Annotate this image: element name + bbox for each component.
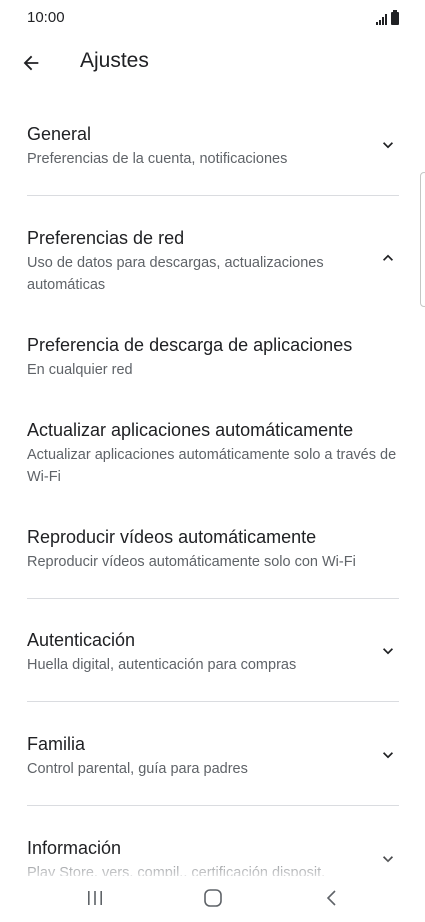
setting-download-preference[interactable]: Preferencia de descarga de aplicaciones … <box>27 333 399 381</box>
setting-auto-update-apps[interactable]: Actualizar aplicaciones automáticamente … <box>27 418 399 488</box>
arrow-left-icon <box>23 55 39 71</box>
setting-title: Actualizar aplicaciones automáticamente <box>27 420 354 440</box>
setting-title: Reproducir vídeos automáticamente <box>27 527 317 547</box>
chevron-down-icon[interactable] <box>376 743 400 767</box>
home-button[interactable] <box>193 884 233 912</box>
home-icon <box>204 889 222 907</box>
divider <box>27 598 399 599</box>
section-title: Autenticación <box>27 630 136 650</box>
back-chevron-icon <box>326 890 336 906</box>
page-title: Ajustes <box>80 49 149 72</box>
setting-title: Preferencia de descarga de aplicaciones <box>27 335 353 355</box>
chevron-up-icon[interactable] <box>376 246 400 270</box>
divider <box>27 805 399 806</box>
section-title: Familia <box>27 734 86 754</box>
system-back-button[interactable] <box>312 884 352 912</box>
settings-screen: 10:00 Ajustes General Preferencias de la… <box>0 0 425 922</box>
settings-section-network[interactable]: Preferencias de red Uso de datos para de… <box>27 226 399 296</box>
chevron-down-icon[interactable] <box>376 133 400 157</box>
section-subtitle: Uso de datos para descargas, actualizaci… <box>27 255 324 293</box>
settings-section-authentication[interactable]: Autenticación Huella digital, autenticac… <box>27 628 399 676</box>
setting-subtitle: En cualquier red <box>27 362 133 378</box>
chevron-down-icon[interactable] <box>376 847 400 871</box>
status-icons <box>376 10 399 25</box>
section-title: Información <box>27 838 122 858</box>
app-bar: Ajustes <box>0 38 425 86</box>
setting-subtitle: Reproducir vídeos automáticamente solo c… <box>27 554 356 570</box>
divider <box>27 195 399 196</box>
system-nav-bar <box>0 876 425 922</box>
settings-section-general[interactable]: General Preferencias de la cuenta, notif… <box>27 122 399 170</box>
scrollbar[interactable] <box>420 172 425 307</box>
status-time: 10:00 <box>27 9 65 26</box>
section-subtitle: Huella digital, autenticación para compr… <box>27 657 297 673</box>
setting-autoplay-videos[interactable]: Reproducir vídeos automáticamente Reprod… <box>27 525 399 573</box>
recents-icon <box>88 891 102 905</box>
battery-icon <box>391 10 399 25</box>
setting-subtitle: Actualizar aplicaciones automáticamente … <box>27 447 397 485</box>
section-title: Preferencias de red <box>27 228 185 248</box>
settings-section-family[interactable]: Familia Control parental, guía para padr… <box>27 732 399 780</box>
chevron-down-icon[interactable] <box>376 639 400 663</box>
recents-button[interactable] <box>75 884 115 912</box>
section-title: General <box>27 124 92 144</box>
divider <box>27 701 399 702</box>
back-button[interactable] <box>14 46 48 80</box>
signal-icon <box>376 13 387 25</box>
section-subtitle: Preferencias de la cuenta, notificacione… <box>27 151 288 167</box>
section-subtitle: Control parental, guía para padres <box>27 761 248 777</box>
status-bar: 10:00 <box>0 0 425 36</box>
